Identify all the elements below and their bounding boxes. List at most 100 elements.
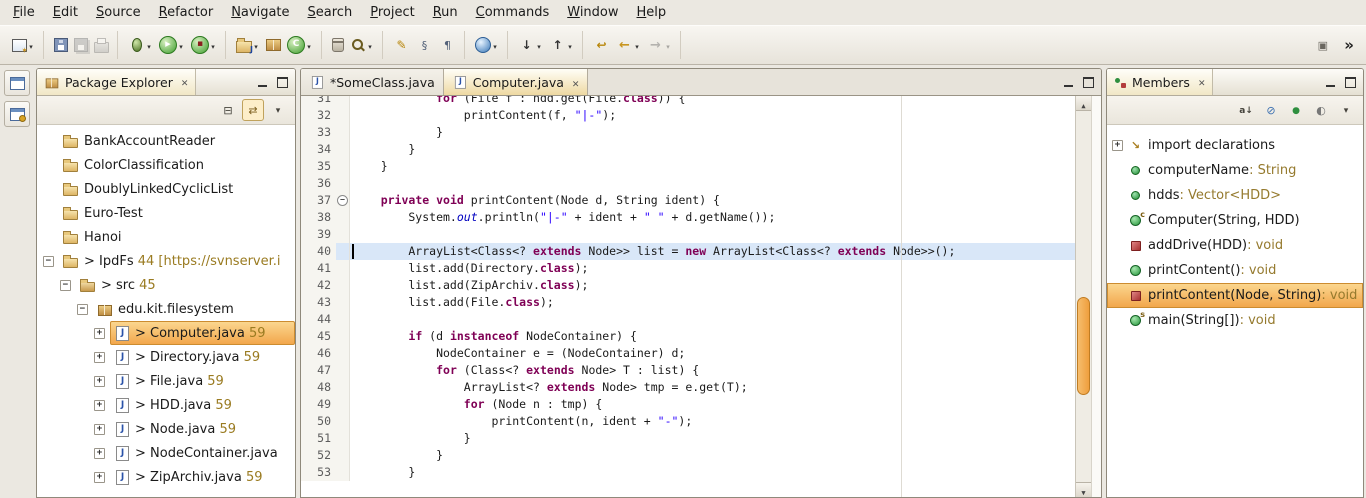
dropdown-arrow-icon[interactable] <box>566 38 574 53</box>
new-wizard-button[interactable] <box>9 34 38 57</box>
debug-button[interactable] <box>125 33 156 57</box>
new-java-project-button[interactable] <box>233 34 263 57</box>
member-item[interactable]: printContent(Node, String) : void <box>1107 283 1363 308</box>
tree-item[interactable]: > Directory.java 59 <box>37 345 295 369</box>
member-item[interactable]: addDrive(HDD) : void <box>1107 233 1363 258</box>
back-button[interactable] <box>613 33 644 57</box>
expander-icon[interactable] <box>94 448 105 459</box>
menu-source[interactable]: Source <box>87 2 150 23</box>
fold-collapse-icon[interactable] <box>337 195 348 206</box>
expander-icon[interactable] <box>94 328 105 339</box>
code-line[interactable]: 41 list.add(Directory.class); <box>301 260 1075 277</box>
dropdown-arrow-icon[interactable] <box>177 38 185 53</box>
show-whitespace-button[interactable] <box>436 33 459 57</box>
new-class-button[interactable] <box>284 32 316 58</box>
member-item[interactable]: import declarations <box>1107 133 1363 158</box>
dropdown-arrow-icon[interactable] <box>633 38 641 53</box>
view-menu-button[interactable] <box>1335 99 1357 121</box>
collapse-all-button[interactable] <box>217 99 239 121</box>
external-tools-button[interactable] <box>188 32 220 58</box>
scroll-up-button[interactable] <box>1076 96 1091 111</box>
save-all-button[interactable] <box>71 34 91 56</box>
forward-button[interactable] <box>644 33 675 57</box>
tree-item[interactable]: > NodeContainer.java <box>37 441 295 465</box>
code-line[interactable]: 51 } <box>301 430 1075 447</box>
code-line[interactable]: 33 } <box>301 124 1075 141</box>
menu-project[interactable]: Project <box>361 2 424 23</box>
expander-icon[interactable] <box>94 352 105 363</box>
code-line[interactable]: 50 printContent(n, ident + "-"); <box>301 413 1075 430</box>
tree-item[interactable]: > src 45 <box>37 273 295 297</box>
scroll-down-button[interactable] <box>1076 482 1091 497</box>
last-edit-location-button[interactable] <box>590 33 613 57</box>
dropdown-arrow-icon[interactable] <box>145 38 153 53</box>
editor-tab[interactable]: Computer.java <box>444 69 589 95</box>
code-line[interactable]: 46 NodeContainer e = (NodeContainer) d; <box>301 345 1075 362</box>
tree-item[interactable]: > HDD.java 59 <box>37 393 295 417</box>
sort-button[interactable] <box>1235 99 1257 121</box>
expander-icon[interactable] <box>43 256 54 267</box>
hide-static-members-button[interactable] <box>1285 99 1307 121</box>
tree-item[interactable]: > ZipArchiv.java 59 <box>37 465 295 489</box>
expander-icon[interactable] <box>94 400 105 411</box>
show-selected-element-button[interactable] <box>413 33 436 57</box>
print-button[interactable] <box>91 34 112 57</box>
search-button[interactable] <box>347 33 377 57</box>
dropdown-arrow-icon[interactable] <box>491 38 499 53</box>
maximize-button[interactable] <box>1080 75 1096 90</box>
code-line[interactable]: 42 list.add(ZipArchiv.class); <box>301 277 1075 294</box>
dropdown-arrow-icon[interactable] <box>535 38 543 53</box>
minimize-button[interactable] <box>1322 75 1338 90</box>
maximize-button[interactable] <box>1342 75 1358 90</box>
jar-export-button[interactable] <box>329 34 347 56</box>
member-item[interactable]: printContent() : void <box>1107 258 1363 283</box>
dropdown-arrow-icon[interactable] <box>305 38 313 53</box>
tree-item[interactable]: > Computer.java 59 <box>37 321 295 345</box>
tree-item[interactable]: Hanoi <box>37 225 295 249</box>
code-line[interactable]: 49 for (Node n : tmp) { <box>301 396 1075 413</box>
code-line[interactable]: 47 for (Class<? extends Node> T : list) … <box>301 362 1075 379</box>
dropdown-arrow-icon[interactable] <box>209 38 217 53</box>
code-line[interactable]: 34 } <box>301 141 1075 158</box>
code-line[interactable]: 53 } <box>301 464 1075 481</box>
minimized-view-button[interactable] <box>4 101 30 127</box>
menu-run[interactable]: Run <box>424 2 467 23</box>
editor-vertical-scrollbar[interactable] <box>1075 96 1091 497</box>
member-item[interactable]: smain(String[]) : void <box>1107 308 1363 333</box>
dropdown-arrow-icon[interactable] <box>664 38 672 53</box>
tree-item[interactable]: > Node.java 59 <box>37 417 295 441</box>
menu-refactor[interactable]: Refactor <box>150 2 223 23</box>
minimize-button[interactable] <box>1060 75 1076 90</box>
code-line[interactable]: 44 <box>301 311 1075 328</box>
members-tab[interactable]: Members <box>1107 69 1213 95</box>
run-button[interactable] <box>156 32 188 58</box>
close-icon[interactable] <box>1198 75 1206 90</box>
member-item[interactable]: cComputer(String, HDD) <box>1107 208 1363 233</box>
save-button[interactable] <box>51 34 71 56</box>
member-item[interactable]: computerName : String <box>1107 158 1363 183</box>
menu-commands[interactable]: Commands <box>467 2 559 23</box>
new-package-button[interactable] <box>263 35 284 55</box>
hide-fields-button[interactable] <box>1260 99 1282 121</box>
code-line[interactable]: 37 private void printContent(Node d, Str… <box>301 192 1075 209</box>
previous-annotation-button[interactable] <box>546 33 577 57</box>
scrollbar-track[interactable] <box>1076 111 1091 482</box>
pin-editor-button[interactable] <box>1311 33 1334 57</box>
open-browser-button[interactable] <box>472 33 502 57</box>
restore-minimized-view-button[interactable] <box>4 70 30 96</box>
code-line[interactable]: 40 ArrayList<Class<? extends Node>> list… <box>301 243 1075 260</box>
link-with-editor-button[interactable] <box>242 99 264 121</box>
menu-window[interactable]: Window <box>558 2 627 23</box>
code-line[interactable]: 31 for (File f : hdd.get(File.class)) { <box>301 96 1075 107</box>
close-icon[interactable] <box>181 75 189 90</box>
code-line[interactable]: 39 <box>301 226 1075 243</box>
code-line[interactable]: 52 } <box>301 447 1075 464</box>
member-item[interactable]: hdds : Vector<HDD> <box>1107 183 1363 208</box>
expander-icon[interactable] <box>1112 140 1123 151</box>
expander-icon[interactable] <box>77 304 88 315</box>
code-line[interactable]: 43 list.add(File.class); <box>301 294 1075 311</box>
code-line[interactable]: 36 <box>301 175 1075 192</box>
menu-navigate[interactable]: Navigate <box>222 2 298 23</box>
tree-item[interactable]: BankAccountReader <box>37 129 295 153</box>
dropdown-arrow-icon[interactable] <box>27 38 35 53</box>
